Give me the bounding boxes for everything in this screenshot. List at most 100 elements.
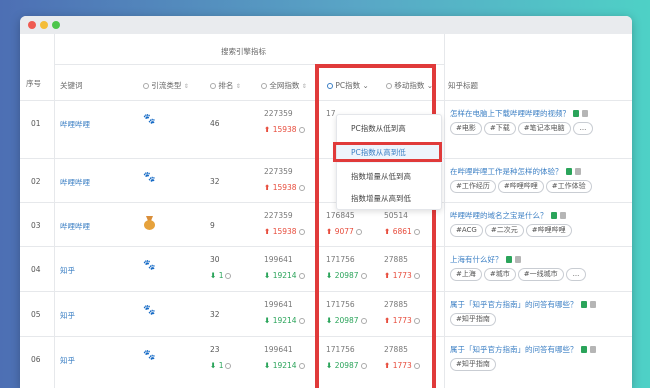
paw-icon: 🐾	[143, 305, 156, 316]
zhihu-title-link[interactable]: 属于「知乎官方指南」的问答有哪些？	[450, 299, 596, 310]
total-index-value: 199641	[264, 255, 293, 264]
col-header-total-index[interactable]: 全网指数 ⇕	[259, 80, 307, 91]
sort-option-delta-desc[interactable]: 指数增量从高到低	[337, 189, 443, 209]
tag-chip[interactable]: #一线城市	[517, 268, 564, 281]
paw-icon: 🐾	[143, 172, 156, 183]
total-index-change: ⬇ 19214	[264, 271, 305, 280]
row-seq: 03	[31, 221, 41, 230]
row-seq: 05	[31, 310, 41, 319]
tag-chip[interactable]: #下载	[483, 122, 516, 135]
sort-option-pc-asc[interactable]: PC指数从低到高	[337, 119, 443, 139]
tag-chip[interactable]: #电影	[450, 122, 482, 135]
keyword-link[interactable]: 哔哩哔哩	[60, 119, 90, 130]
tag-chip[interactable]: #工作体验	[545, 180, 592, 193]
clock-icon	[298, 185, 305, 191]
total-index-value: 199641	[264, 345, 293, 354]
clock-icon	[298, 363, 305, 369]
keyword-link[interactable]: 知乎	[60, 355, 75, 366]
doc-icon[interactable]	[559, 212, 566, 219]
rank-change: ⬇ 1	[210, 361, 232, 370]
rank-change: ⬇ 1	[210, 271, 232, 280]
close-window-button[interactable]	[28, 21, 36, 29]
tag-list: #知乎指南	[450, 313, 498, 326]
minimize-window-button[interactable]	[40, 21, 48, 29]
green-doc-icon[interactable]	[580, 346, 587, 353]
tag-chip[interactable]: #ACG	[450, 224, 483, 237]
total-index-change: ⬇ 19214	[264, 361, 305, 370]
col-header-rank[interactable]: 排名 ⇕	[208, 80, 241, 91]
doc-icon[interactable]	[582, 110, 588, 117]
col-header-zhihu-title: 知乎标题	[448, 81, 478, 90]
tag-chip[interactable]: #上海	[450, 268, 482, 281]
tag-chip[interactable]: #笔记本电脑	[517, 122, 571, 135]
rank-value: 46	[210, 119, 220, 128]
title-bar	[20, 16, 632, 34]
info-icon	[143, 83, 149, 89]
keyword-link[interactable]: 哔哩哔哩	[60, 221, 90, 232]
clock-icon	[225, 363, 232, 369]
selected-option-highlight	[333, 142, 442, 162]
total-index-change: ⬆ 15938	[264, 183, 305, 192]
total-index-value: 199641	[264, 300, 293, 309]
green-doc-icon[interactable]	[580, 301, 587, 308]
tag-chip[interactable]: #知乎指南	[450, 313, 496, 326]
tag-chip[interactable]: #知乎指南	[450, 358, 496, 371]
maximize-window-button[interactable]	[52, 21, 60, 29]
green-doc-icon[interactable]	[550, 212, 557, 219]
arrow-down-icon: ⬇	[264, 271, 271, 280]
arrow-down-icon: ⬇	[264, 361, 271, 370]
arrow-down-icon: ⬇	[210, 361, 217, 370]
paw-icon: 🐾	[143, 260, 156, 271]
clock-icon	[298, 273, 305, 279]
row-seq: 04	[31, 265, 41, 274]
tag-chip[interactable]: #哔哩哔哩	[497, 180, 544, 193]
tag-list: #上海 #城市 #一线城市...	[450, 268, 588, 281]
tag-chip[interactable]: #哔哩哔哩	[525, 224, 572, 237]
green-doc-icon[interactable]	[505, 256, 512, 263]
green-doc-icon[interactable]	[573, 110, 579, 117]
clock-icon	[298, 318, 305, 324]
total-index-change: ⬆ 15938	[264, 125, 305, 134]
zhihu-title-link[interactable]: 属于「知乎官方指南」的问答有哪些？	[450, 344, 596, 355]
keyword-link[interactable]: 知乎	[60, 310, 75, 321]
sort-icon: ⇕	[235, 83, 241, 90]
doc-icon[interactable]	[514, 256, 521, 263]
total-index-value: 227359	[264, 109, 293, 118]
group-header: 搜索引擎指标	[221, 47, 266, 56]
zhihu-title-link[interactable]: 哔哩哔哩的域名之宝是什么？	[450, 210, 566, 221]
rank-value: 32	[210, 310, 220, 319]
col-header-keyword: 关键词	[60, 81, 83, 90]
keyword-link[interactable]: 哔哩哔哩	[60, 177, 90, 188]
green-doc-icon[interactable]	[565, 168, 572, 175]
arrow-up-icon: ⬆	[264, 125, 271, 134]
doc-icon[interactable]	[589, 346, 596, 353]
keyword-table: 序号 搜索引擎指标 关键词 引流类型 ⇕ 排名 ⇕ 全网指数 ⇕ PC指数 ⌄ …	[20, 34, 632, 388]
more-tags-button[interactable]: ...	[572, 122, 594, 135]
app-window: 序号 搜索引擎指标 关键词 引流类型 ⇕ 排名 ⇕ 全网指数 ⇕ PC指数 ⌄ …	[20, 16, 632, 388]
keyword-link[interactable]: 知乎	[60, 265, 75, 276]
paw-icon: 🐾	[143, 350, 156, 361]
col-header-source[interactable]: 引流类型 ⇕	[141, 80, 189, 91]
tag-list: #电影 #下载 #笔记本电脑...	[450, 122, 595, 135]
tag-chip[interactable]: #二次元	[484, 224, 524, 237]
doc-icon[interactable]	[574, 168, 581, 175]
more-tags-button[interactable]: ...	[565, 268, 587, 281]
doc-icon[interactable]	[589, 301, 596, 308]
total-index-change: ⬇ 19214	[264, 316, 305, 325]
zhihu-title-link[interactable]: 怎样在电脑上下载哔哩哔哩的视频？	[450, 108, 588, 119]
col-header-seq: 序号	[26, 79, 41, 88]
zhihu-title-link[interactable]: 在哔哩哔哩工作是种怎样的体验？	[450, 166, 581, 177]
tag-chip[interactable]: #城市	[483, 268, 516, 281]
arrow-up-icon: ⬆	[264, 183, 271, 192]
tag-list: #工作经历 #哔哩哔哩 #工作体验	[450, 180, 594, 193]
sort-icon: ⇕	[183, 83, 189, 90]
info-icon	[210, 83, 216, 89]
pc-index-highlight-frame	[315, 64, 436, 388]
clock-icon	[298, 127, 305, 133]
tag-chip[interactable]: #工作经历	[450, 180, 496, 193]
rank-value: 32	[210, 177, 220, 186]
info-icon	[261, 83, 267, 89]
clock-icon	[298, 229, 305, 235]
zhihu-title-link[interactable]: 上海有什么好？	[450, 254, 521, 265]
sort-option-delta-asc[interactable]: 指数增量从低到高	[337, 167, 443, 187]
